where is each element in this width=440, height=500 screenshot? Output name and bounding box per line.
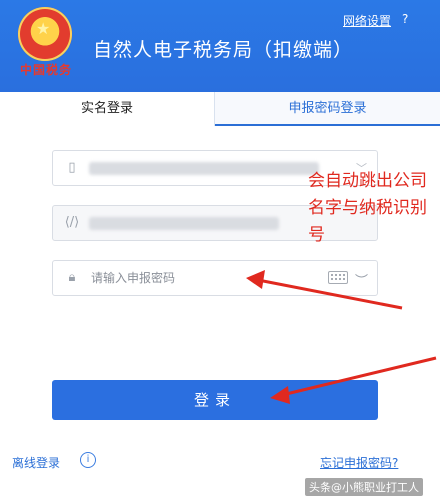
lock-icon: 🔒︎ bbox=[68, 270, 76, 285]
login-tabs: 实名登录 申报密码登录 bbox=[0, 92, 440, 126]
company-name-blurred bbox=[89, 162, 319, 175]
star-icon: ★ bbox=[36, 19, 51, 38]
login-footer: 离线登录 i 忘记申报密码? 头条@小熊职业打工人 bbox=[0, 440, 440, 500]
login-button[interactable]: 登录 bbox=[52, 380, 378, 420]
forgot-password-link[interactable]: 忘记申报密码? bbox=[320, 454, 398, 471]
tab-password-login[interactable]: 申报密码登录 bbox=[215, 92, 440, 126]
source-watermark: 头条@小熊职业打工人 bbox=[305, 478, 423, 496]
emblem-text: 中国税务 bbox=[20, 63, 73, 77]
building-icon: ▯ bbox=[68, 160, 76, 175]
app-title: 自然人电子税务局（扣缴端） bbox=[93, 39, 354, 61]
password-input[interactable] bbox=[91, 269, 311, 287]
annotation-text: 会自动跳出公司名字与纳税识别号 bbox=[308, 171, 427, 245]
network-settings-link[interactable]: 网络设置 bbox=[343, 12, 391, 29]
help-icon[interactable]: ? bbox=[402, 12, 408, 26]
code-icon: ⟨/⟩ bbox=[64, 215, 80, 230]
password-field[interactable]: 🔒︎ ︶ bbox=[52, 260, 378, 296]
tab-realname-login[interactable]: 实名登录 bbox=[0, 92, 215, 126]
info-icon[interactable]: i bbox=[80, 452, 96, 468]
eye-closed-icon[interactable]: ︶ bbox=[355, 270, 368, 289]
offline-login-link[interactable]: 离线登录 bbox=[12, 454, 60, 471]
keyboard-icon[interactable] bbox=[328, 271, 348, 284]
app-header: ★ 中国税务 自然人电子税务局（扣缴端） 网络设置 ? bbox=[0, 0, 440, 92]
login-card: 实名登录 申报密码登录 ▯ ﹀ ⟨/⟩ 🔒︎ ︶ 登录 离线登录 i 忘记申报密… bbox=[0, 92, 440, 500]
tax-id-blurred bbox=[89, 217, 279, 230]
tax-emblem-logo: ★ bbox=[18, 7, 72, 61]
